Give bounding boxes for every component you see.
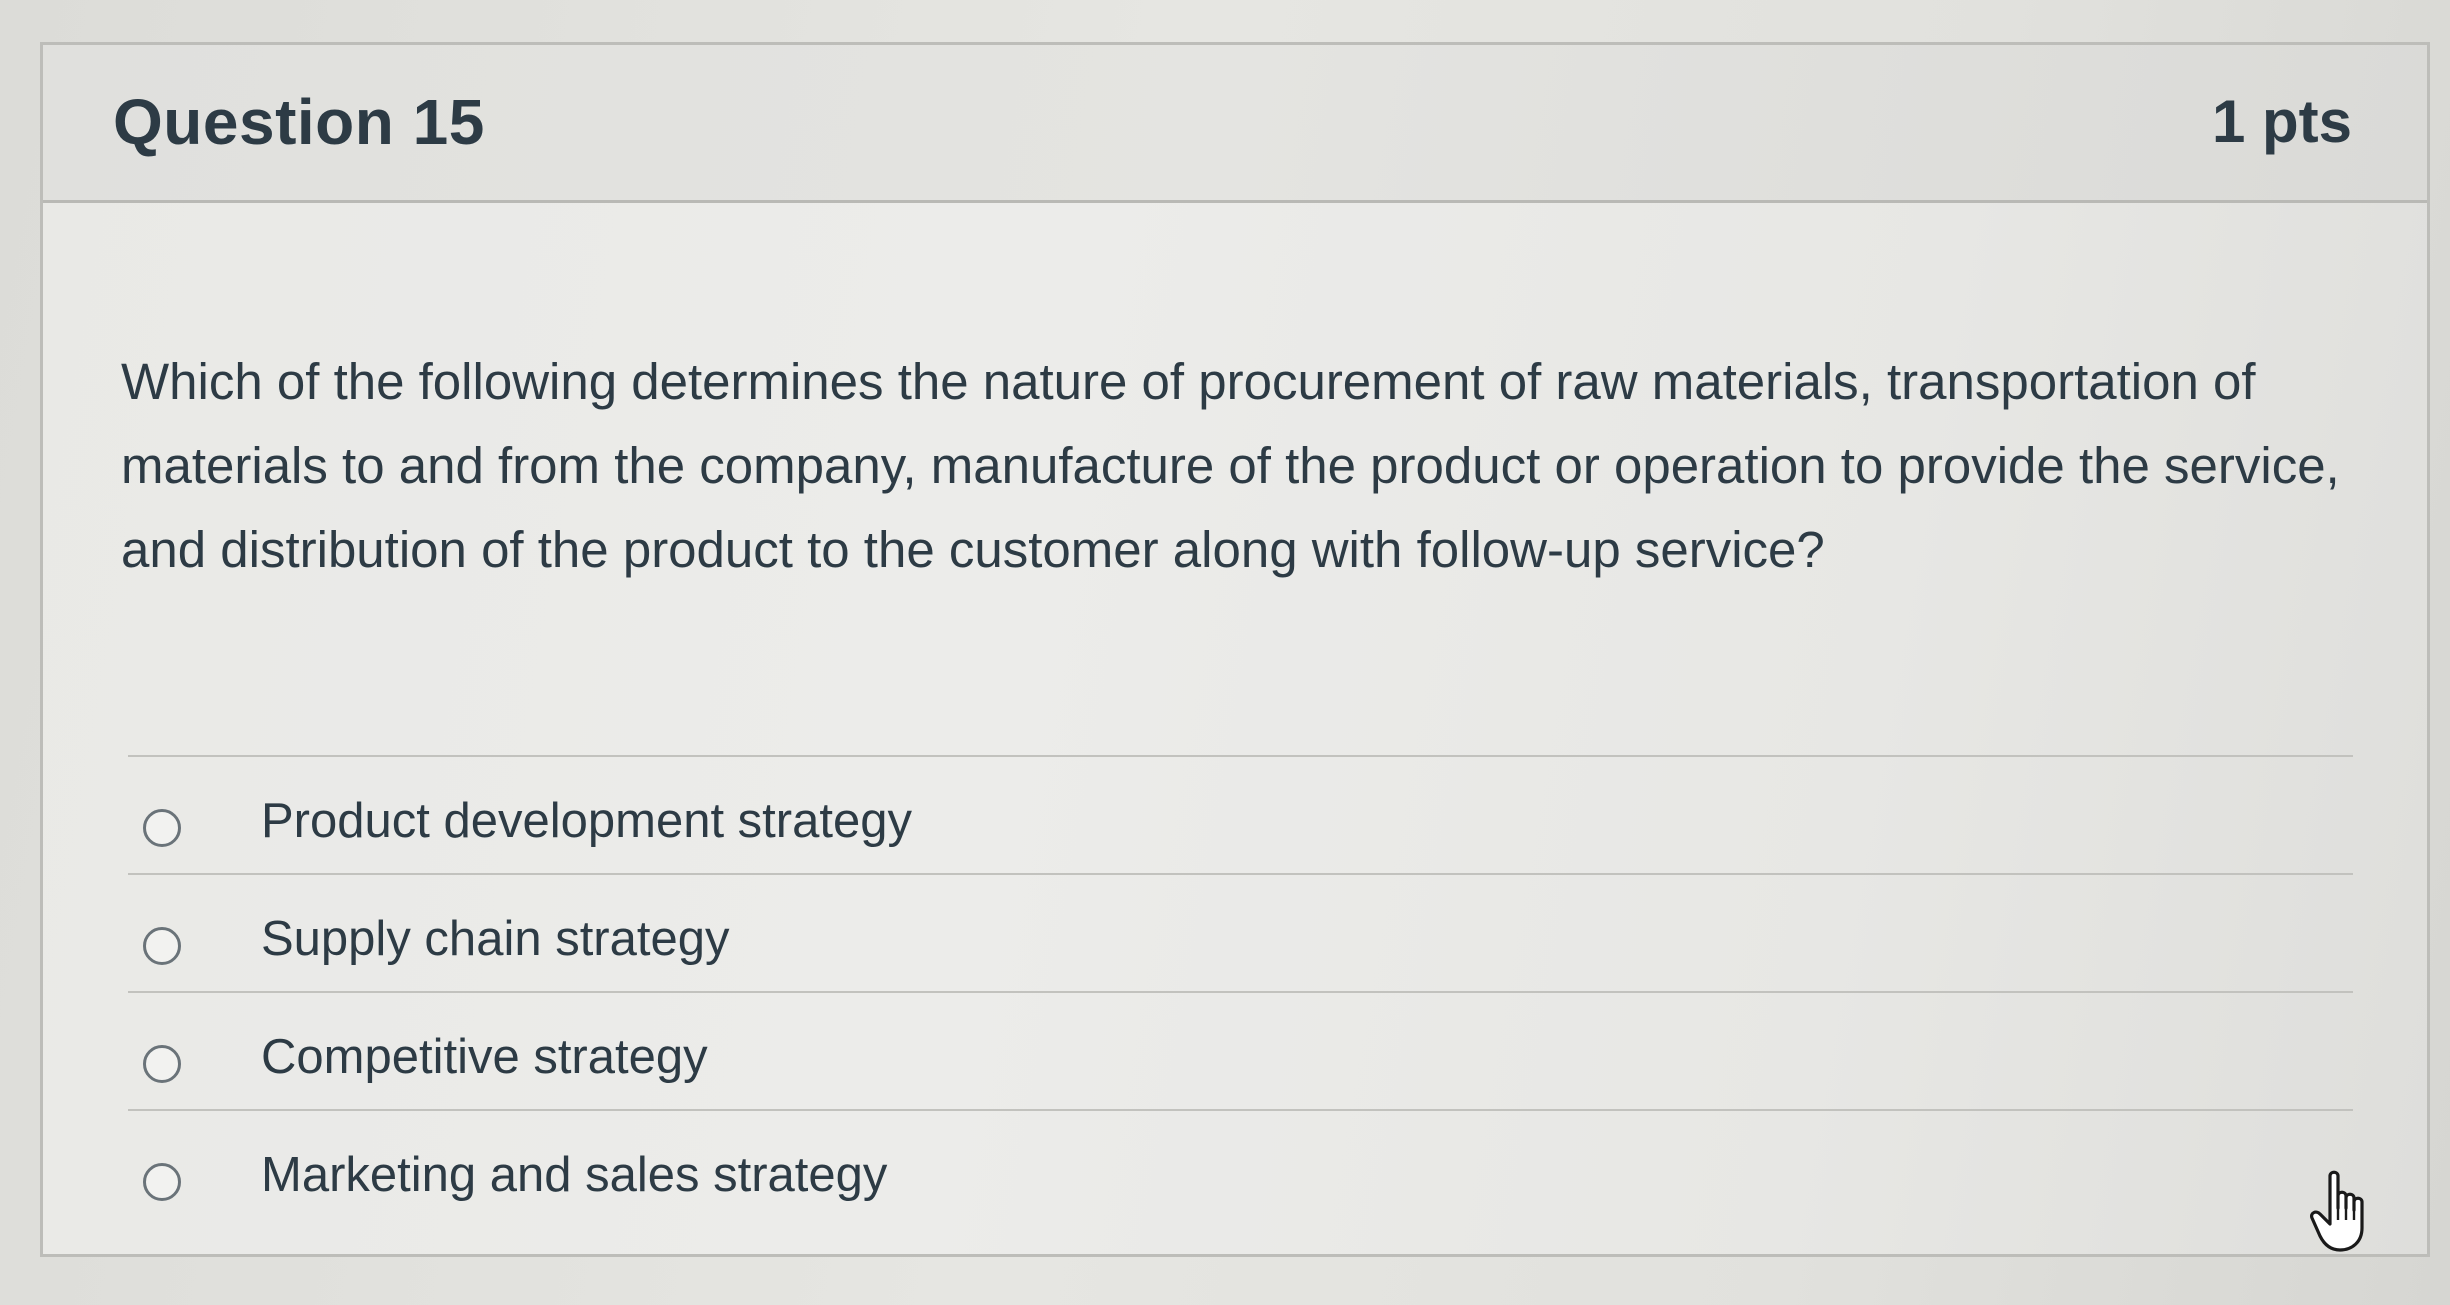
question-title: Question 15	[113, 86, 485, 158]
answer-option[interactable]: Product development strategy	[128, 755, 2353, 873]
radio-button[interactable]	[143, 927, 181, 965]
answer-label[interactable]: Product development strategy	[261, 793, 912, 849]
radio-button[interactable]	[143, 1045, 181, 1083]
question-points: 1 pts	[2211, 88, 2352, 155]
answer-list: Product development strategy Supply chai…	[128, 755, 2353, 1227]
hand-pointer-icon	[2310, 1170, 2364, 1252]
answer-option[interactable]: Supply chain strategy	[128, 873, 2353, 991]
answer-label[interactable]: Marketing and sales strategy	[261, 1147, 887, 1203]
answer-label[interactable]: Supply chain strategy	[261, 911, 730, 967]
question-card: Question 15 1 pts Which of the following…	[40, 42, 2430, 1257]
question-text: Which of the following determines the na…	[121, 353, 2340, 578]
answer-option[interactable]: Marketing and sales strategy	[128, 1109, 2353, 1227]
radio-button[interactable]	[143, 809, 181, 847]
answer-label[interactable]: Competitive strategy	[261, 1029, 708, 1085]
answer-option[interactable]: Competitive strategy	[128, 991, 2353, 1109]
question-header: Question 15 1 pts	[43, 45, 2427, 203]
radio-button[interactable]	[143, 1163, 181, 1201]
